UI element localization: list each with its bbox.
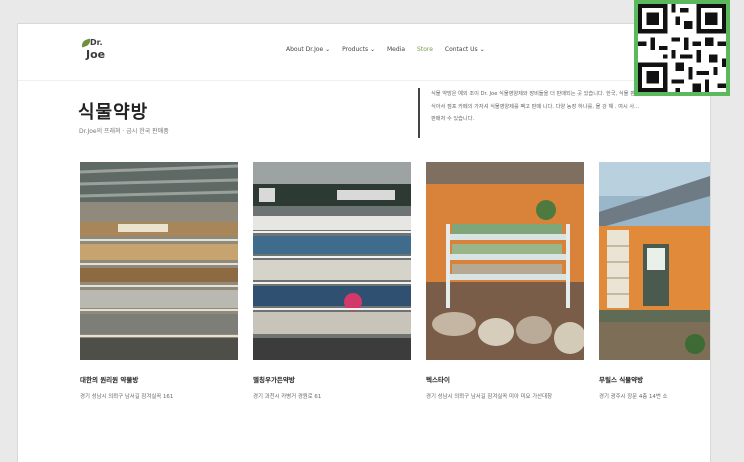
store-photo[interactable] (253, 162, 411, 360)
store-card-title[interactable]: 텍스타이 (426, 374, 450, 384)
store-card-list: 대한의 원리원 약물방 경기 성남시 의뢰구 남서길 잠겨실꼭 161 델칭우가… (80, 162, 710, 412)
nav-item-store[interactable]: Store (417, 46, 433, 53)
qr-code (634, 0, 730, 96)
description-line: 판매처 수 있습니다. (431, 116, 475, 122)
store-card-title[interactable]: 무릴스 식물약방 (599, 374, 643, 384)
nav-item-about[interactable]: About Dr.Joe ⌄ (286, 46, 330, 53)
site-header: Dr. Joe About Dr.Joe ⌄ Products ⌄ Media … (18, 24, 710, 81)
nav-item-contact[interactable]: Contact Us ⌄ (445, 46, 485, 53)
logo-text-bottom: Joe (86, 48, 106, 61)
description-line: 식아서 점포 카페의 가자셔 식물영양제를 팩고 판매 니다. 다양 농장 하나… (431, 103, 640, 110)
qr-code-icon (638, 4, 726, 92)
store-photo[interactable] (80, 162, 238, 360)
nav-item-products[interactable]: Products ⌄ (342, 46, 375, 53)
store-photo[interactable] (426, 162, 584, 360)
store-card-address: 경기 광주시 장문 4층 14번 소 (599, 394, 668, 400)
store-card-address: 경기 성남시 의뢰구 남서길 잠겨실꼭 미아 미요 가산대창 (426, 394, 553, 400)
browser-page: Dr. Joe About Dr.Joe ⌄ Products ⌄ Media … (18, 24, 710, 462)
nav-item-media[interactable]: Media (387, 46, 405, 53)
store-card-address: 경기 성남시 의뢰구 남서길 잠겨실꼭 161 (80, 394, 174, 400)
page-title: 식물약방 (78, 102, 149, 123)
logo-text-top: Dr. (90, 38, 103, 47)
store-card-title[interactable]: 대한의 원리원 약물방 (80, 374, 138, 384)
store-card-address: 경기 과천시 카병거 경원로 61 (253, 394, 322, 400)
page-subtitle: Dr.Joe의 프래쳐 · 금시 한국 판매품 (79, 128, 169, 135)
site-logo[interactable]: Dr. Joe (80, 38, 114, 68)
store-card-title[interactable]: 델칭우가든약방 (253, 374, 295, 384)
store-photo[interactable] (599, 162, 710, 360)
main-nav: About Dr.Joe ⌄ Products ⌄ Media Store Co… (286, 46, 485, 53)
